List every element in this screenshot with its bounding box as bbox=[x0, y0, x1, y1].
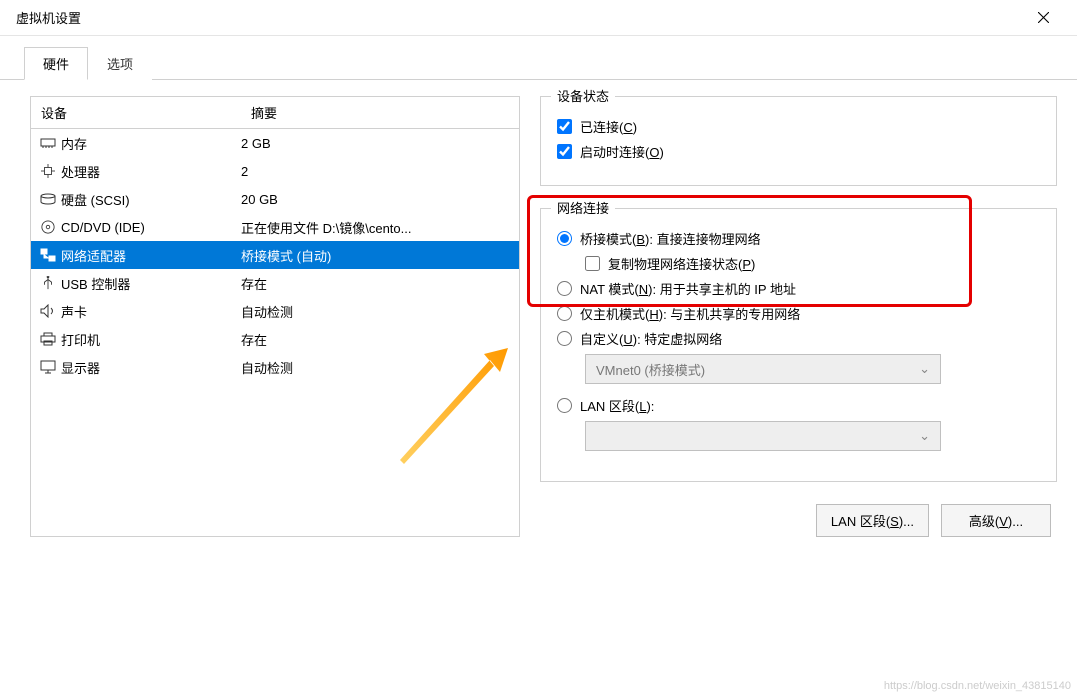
device-name: 打印机 bbox=[59, 330, 241, 349]
chevron-down-icon: ⌄ bbox=[919, 428, 930, 444]
chevron-down-icon: ⌄ bbox=[919, 361, 930, 377]
usb-icon bbox=[37, 276, 59, 290]
device-summary: 2 bbox=[241, 164, 519, 179]
device-row-display[interactable]: 显示器自动检测 bbox=[31, 353, 519, 381]
device-list-header: 设备 摘要 bbox=[31, 97, 519, 129]
network-legend: 网络连接 bbox=[551, 198, 615, 217]
device-name: 内存 bbox=[59, 134, 241, 153]
device-row-usb[interactable]: USB 控制器存在 bbox=[31, 269, 519, 297]
lan-segment-radio-row[interactable]: LAN 区段(L): bbox=[557, 396, 1040, 415]
connect-on-start-checkbox[interactable] bbox=[557, 144, 572, 159]
replicate-checkbox[interactable] bbox=[585, 256, 600, 271]
close-icon bbox=[1038, 12, 1049, 23]
bridge-radio[interactable] bbox=[557, 231, 572, 246]
hostonly-radio-row[interactable]: 仅主机模式(H): 与主机共享的专用网络 bbox=[557, 304, 1040, 323]
custom-radio[interactable] bbox=[557, 331, 572, 346]
tab-bar: 硬件 选项 bbox=[0, 36, 1077, 80]
status-legend: 设备状态 bbox=[551, 86, 615, 105]
replicate-checkbox-row[interactable]: 复制物理网络连接状态(P) bbox=[585, 254, 1040, 273]
connect-on-start-checkbox-row[interactable]: 启动时连接(O) bbox=[557, 142, 1040, 161]
device-name: 网络适配器 bbox=[59, 246, 241, 265]
network-icon bbox=[37, 248, 59, 262]
nat-radio[interactable] bbox=[557, 281, 572, 296]
device-name: 硬盘 (SCSI) bbox=[59, 190, 241, 209]
device-row-network[interactable]: 网络适配器桥接模式 (自动) bbox=[31, 241, 519, 269]
cpu-icon bbox=[37, 164, 59, 178]
device-name: 处理器 bbox=[59, 162, 241, 181]
device-name: 声卡 bbox=[59, 302, 241, 321]
device-summary: 2 GB bbox=[241, 136, 519, 151]
device-summary: 存在 bbox=[241, 274, 519, 293]
network-connection-group: 网络连接 桥接模式(B): 直接连接物理网络 复制物理网络连接状态(P) NAT… bbox=[540, 208, 1057, 482]
connected-checkbox[interactable] bbox=[557, 119, 572, 134]
tab-options[interactable]: 选项 bbox=[88, 47, 152, 80]
disc-icon bbox=[37, 220, 59, 234]
connected-checkbox-row[interactable]: 已连接(C) bbox=[557, 117, 1040, 136]
device-summary: 存在 bbox=[241, 330, 519, 349]
device-summary: 正在使用文件 D:\镜像\cento... bbox=[241, 218, 519, 237]
device-row-printer[interactable]: 打印机存在 bbox=[31, 325, 519, 353]
col-header-device: 设备 bbox=[31, 97, 241, 128]
display-icon bbox=[37, 360, 59, 374]
device-row-disc[interactable]: CD/DVD (IDE)正在使用文件 D:\镜像\cento... bbox=[31, 213, 519, 241]
device-summary: 自动检测 bbox=[241, 358, 519, 377]
close-button[interactable] bbox=[1021, 3, 1065, 33]
col-header-summary: 摘要 bbox=[241, 97, 519, 128]
device-status-group: 设备状态 已连接(C) 启动时连接(O) bbox=[540, 96, 1057, 186]
custom-radio-row[interactable]: 自定义(U): 特定虚拟网络 bbox=[557, 329, 1040, 348]
vmnet-dropdown: VMnet0 (桥接模式) ⌄ bbox=[585, 354, 941, 384]
lan-segments-button[interactable]: LAN 区段(S)... bbox=[816, 504, 929, 537]
device-name: USB 控制器 bbox=[59, 274, 241, 293]
device-list: 设备 摘要 内存2 GB处理器2硬盘 (SCSI)20 GBCD/DVD (ID… bbox=[30, 96, 520, 537]
lan-segment-dropdown: ⌄ bbox=[585, 421, 941, 451]
disk-icon bbox=[37, 192, 59, 206]
hostonly-radio[interactable] bbox=[557, 306, 572, 321]
printer-icon bbox=[37, 332, 59, 346]
lan-segment-radio[interactable] bbox=[557, 398, 572, 413]
sound-icon bbox=[37, 304, 59, 318]
device-row-disk[interactable]: 硬盘 (SCSI)20 GB bbox=[31, 185, 519, 213]
watermark: https://blog.csdn.net/weixin_43815140 bbox=[884, 680, 1071, 692]
device-row-cpu[interactable]: 处理器2 bbox=[31, 157, 519, 185]
device-summary: 自动检测 bbox=[241, 302, 519, 321]
device-name: 显示器 bbox=[59, 358, 241, 377]
nat-radio-row[interactable]: NAT 模式(N): 用于共享主机的 IP 地址 bbox=[557, 279, 1040, 298]
window-title: 虚拟机设置 bbox=[16, 8, 81, 27]
memory-icon bbox=[37, 136, 59, 150]
device-row-sound[interactable]: 声卡自动检测 bbox=[31, 297, 519, 325]
device-row-memory[interactable]: 内存2 GB bbox=[31, 129, 519, 157]
device-summary: 桥接模式 (自动) bbox=[241, 246, 519, 265]
advanced-button[interactable]: 高级(V)... bbox=[941, 504, 1051, 537]
bridge-radio-row[interactable]: 桥接模式(B): 直接连接物理网络 bbox=[557, 229, 1040, 248]
tab-hardware[interactable]: 硬件 bbox=[24, 47, 88, 80]
device-name: CD/DVD (IDE) bbox=[59, 220, 241, 235]
device-summary: 20 GB bbox=[241, 192, 519, 207]
